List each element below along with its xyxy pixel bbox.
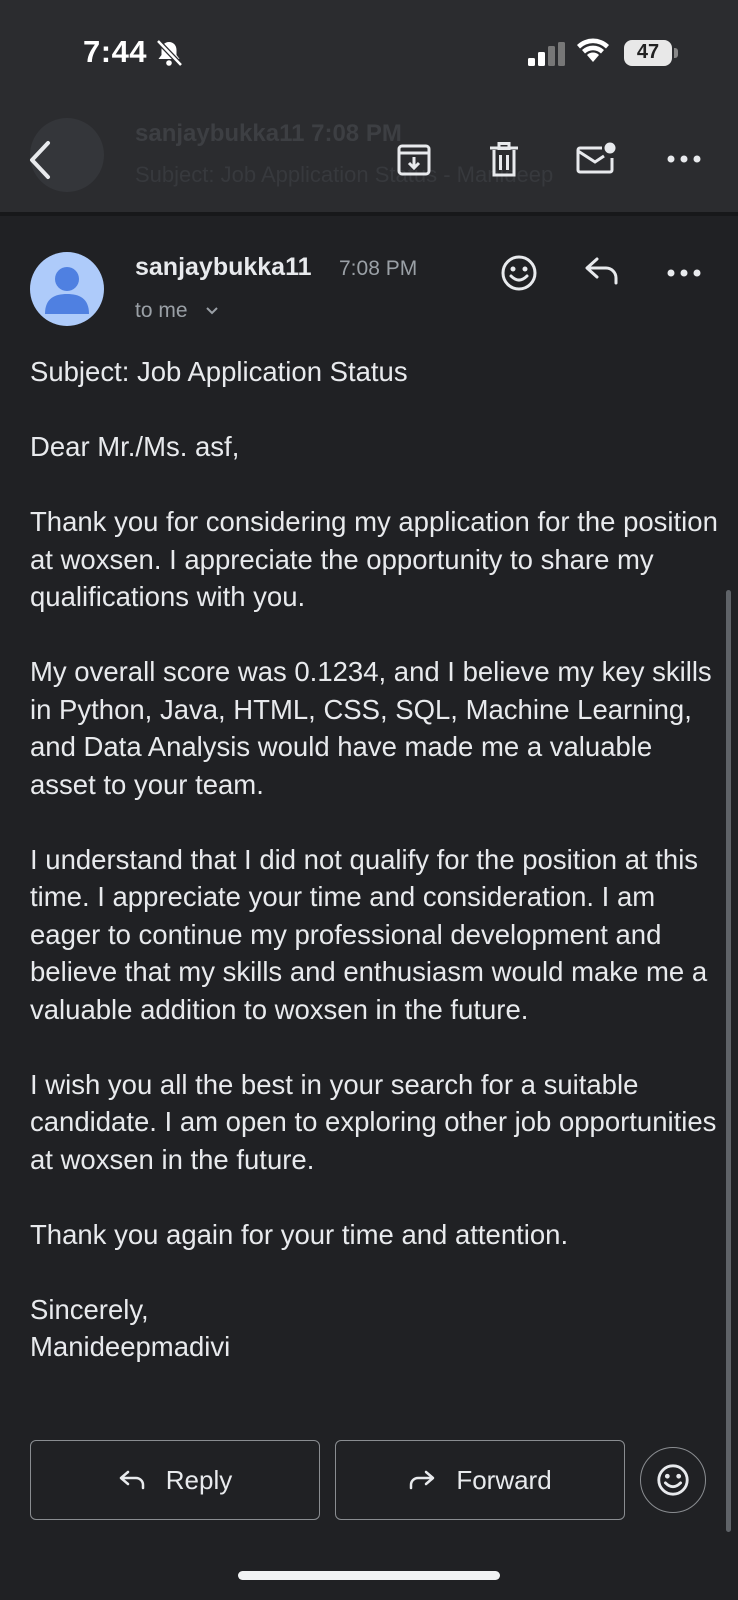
message-body: Subject: Job Application Status Dear Mr.… (30, 353, 720, 1366)
battery-indicator: 47 (624, 40, 672, 66)
message-time: 7:08 PM (339, 257, 418, 280)
trash-icon[interactable] (488, 142, 520, 178)
reply-icon[interactable] (584, 256, 620, 286)
paragraph-5: Thank you again for your time and attent… (30, 1218, 569, 1250)
forward-button-label: Forward (456, 1464, 552, 1495)
paragraph-1: Thank you for considering my application… (30, 506, 718, 612)
mark-unread-icon[interactable] (576, 142, 616, 176)
person-icon (45, 267, 89, 314)
header-divider (0, 212, 738, 216)
recipient-details[interactable]: to me (135, 299, 188, 323)
forward-button[interactable]: Forward (335, 1440, 625, 1520)
battery-nub (674, 48, 678, 58)
paragraph-2: My overall score was 0.1234, and I belie… (30, 656, 712, 800)
battery-level: 47 (636, 41, 660, 63)
collapsed-header-sender: sanjaybukka11 7:08 PM (135, 120, 402, 147)
reply-button[interactable]: Reply (30, 1440, 320, 1520)
sender-name: sanjaybukka11 (135, 253, 312, 281)
emoji-icon (657, 1464, 689, 1496)
emoji-reaction-button[interactable] (640, 1447, 706, 1513)
greeting: Dear Mr./Ms. asf, (30, 431, 240, 462)
paragraph-4: I wish you all the best in your search f… (30, 1068, 717, 1175)
home-indicator[interactable] (238, 1571, 500, 1580)
paragraph-3: I understand that I did not qualify for … (30, 843, 708, 1025)
message-more-icon[interactable] (666, 266, 702, 280)
status-time: 7:44 (83, 34, 148, 69)
bell-muted-icon (156, 39, 183, 67)
archive-icon[interactable] (396, 142, 432, 178)
closing: Sincerely, (30, 1293, 149, 1325)
back-arrow-icon[interactable] (26, 140, 56, 180)
subject-line: Subject: Job Application Status (30, 356, 408, 387)
wifi-icon (577, 38, 609, 62)
signature: Manideepmadivi (30, 1331, 231, 1362)
reply-button-label: Reply (165, 1464, 233, 1495)
forward-arrow-icon (410, 1470, 435, 1490)
more-options-icon[interactable] (666, 152, 702, 166)
top-app-bar: 7:44 47 sanjaybukka11 7:08 PM Subject: J… (0, 0, 738, 216)
reply-arrow-icon (119, 1470, 144, 1490)
cellular-signal-icon (528, 42, 565, 66)
scrollbar[interactable] (726, 590, 731, 1532)
sender-avatar[interactable] (30, 252, 104, 326)
chevron-down-icon[interactable] (205, 306, 219, 316)
status-bar: 7:44 47 (0, 0, 738, 100)
emoji-reaction-icon[interactable] (500, 254, 538, 292)
